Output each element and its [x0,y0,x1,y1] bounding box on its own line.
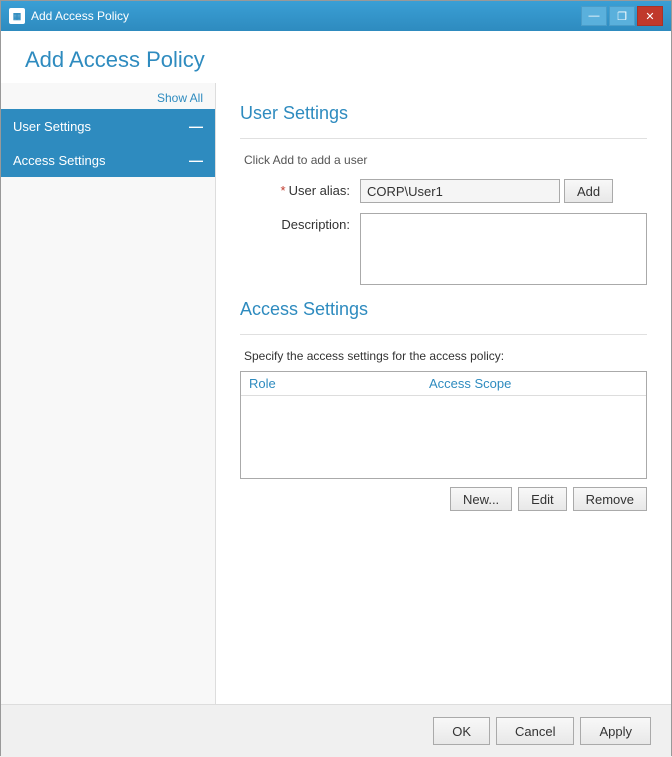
cancel-button[interactable]: Cancel [496,717,574,745]
dialog-title: Add Access Policy [25,47,647,73]
content-area: User Settings Click Add to add a user *U… [216,83,671,704]
title-bar-controls: — ❐ ✕ [581,6,663,26]
scope-column-header: Access Scope [429,376,638,391]
dialog-body: Show All User Settings — Access Settings… [1,83,671,704]
user-alias-input-group: Add [360,179,647,203]
ok-button[interactable]: OK [433,717,490,745]
restore-button[interactable]: ❐ [609,6,635,26]
user-alias-input[interactable] [360,179,560,203]
app-icon: ▦ [9,8,25,24]
title-bar: ▦ Add Access Policy — ❐ ✕ [1,1,671,31]
new-button[interactable]: New... [450,487,512,511]
dialog: Add Access Policy Show All User Settings… [1,31,671,757]
dialog-footer: OK Cancel Apply [1,704,671,757]
required-star: * [281,183,286,198]
access-settings-divider [240,334,647,335]
user-alias-label: *User alias: [240,179,360,198]
description-label: Description: [240,213,360,232]
minimize-button[interactable]: — [581,6,607,26]
user-alias-row: *User alias: Add [240,179,647,203]
table-header: Role Access Scope [241,372,646,396]
access-settings-title: Access Settings [240,299,647,320]
sidebar-item-user-settings-label: User Settings [13,119,91,134]
sidebar-item-access-settings-label: Access Settings [13,153,106,168]
sidebar-item-access-settings-icon: — [189,152,203,168]
access-settings-section: Access Settings Specify the access setti… [240,299,647,511]
remove-button[interactable]: Remove [573,487,647,511]
description-row: Description: [240,213,647,285]
apply-button[interactable]: Apply [580,717,651,745]
access-settings-hint: Specify the access settings for the acce… [244,349,647,363]
sidebar-item-user-settings-icon: — [189,118,203,134]
user-settings-title: User Settings [240,103,647,124]
user-settings-divider [240,138,647,139]
title-bar-text: Add Access Policy [31,9,129,23]
sidebar: Show All User Settings — Access Settings… [1,83,216,704]
close-button[interactable]: ✕ [637,6,663,26]
sidebar-item-user-settings[interactable]: User Settings — [1,109,215,143]
user-settings-section: User Settings Click Add to add a user *U… [240,103,647,285]
table-actions: New... Edit Remove [240,487,647,511]
show-all-link[interactable]: Show All [1,87,215,109]
edit-button[interactable]: Edit [518,487,566,511]
sidebar-item-access-settings[interactable]: Access Settings — [1,143,215,177]
dialog-header: Add Access Policy [1,31,671,83]
title-bar-left: ▦ Add Access Policy [9,8,129,24]
add-user-button[interactable]: Add [564,179,613,203]
access-table-container: Role Access Scope [240,371,647,479]
table-body [241,396,646,476]
description-textarea[interactable] [360,213,647,285]
role-column-header: Role [249,376,429,391]
user-settings-hint: Click Add to add a user [244,153,647,167]
